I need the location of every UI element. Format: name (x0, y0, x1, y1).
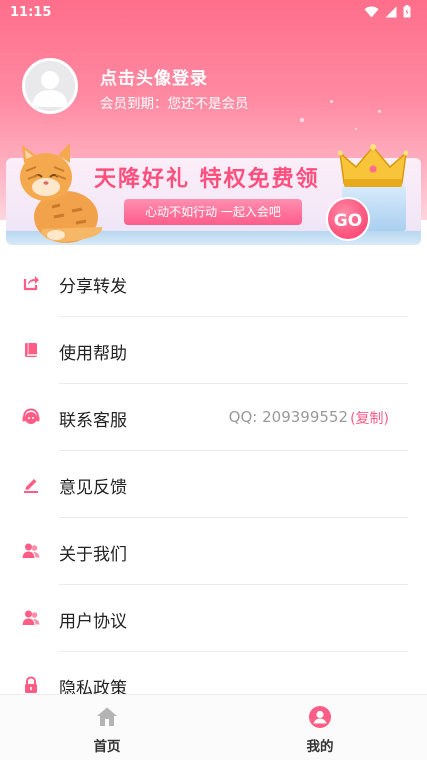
menu-item-user-agreement[interactable]: 用户协议 (0, 585, 427, 652)
menu-label: 意见反馈 (59, 478, 127, 498)
users-icon (22, 543, 40, 558)
login-title[interactable]: 点击头像登录 (100, 64, 208, 89)
menu-label: 分享转发 (59, 277, 127, 297)
share-icon (23, 276, 39, 291)
signal-icon (385, 6, 397, 17)
avatar[interactable] (22, 58, 78, 114)
menu-item-feedback[interactable]: 意见反馈 (0, 451, 427, 518)
wifi-icon (364, 6, 379, 17)
battery-icon (403, 5, 411, 18)
menu-item-share[interactable]: 分享转发 (0, 250, 427, 317)
nav-label: 首页 (93, 739, 121, 755)
qq-number: QQ: 209399552 (228, 408, 348, 426)
menu-item-contact[interactable]: 联系客服 QQ: 209399552 (复制) (0, 384, 427, 451)
go-button[interactable]: GO (326, 197, 370, 241)
sparkle-decoration (355, 128, 357, 130)
copy-qq-button[interactable]: (复制) (350, 408, 389, 428)
sparkle-decoration (300, 118, 304, 122)
nav-item-mine[interactable]: 我的 (260, 695, 380, 760)
nav-item-home[interactable]: 首页 (47, 695, 167, 760)
banner-subtitle: 心动不如行动 一起入会吧 (145, 205, 281, 219)
vip-promo-banner[interactable]: 天降好礼 特权免费领 心动不如行动 一起入会吧 GO (6, 143, 421, 246)
menu-label: 联系客服 (59, 411, 127, 431)
sparkle-decoration (378, 110, 381, 113)
menu-label: 用户协议 (59, 612, 127, 632)
default-avatar-icon (32, 71, 68, 107)
profile-icon (309, 706, 331, 728)
crown-icon (338, 144, 408, 187)
status-bar: 11:15 (0, 0, 427, 26)
pencil-icon (24, 479, 38, 493)
nav-label: 我的 (306, 739, 334, 755)
menu-label: 关于我们 (59, 545, 127, 565)
status-time: 11:15 (10, 5, 52, 20)
book-icon (25, 343, 37, 357)
lock-icon (25, 676, 37, 693)
bottom-nav: 首页 我的 (0, 694, 427, 760)
member-expire-text: 会员到期：您还不是会员 (100, 96, 249, 112)
banner-title: 天降好礼 特权免费领 (94, 167, 320, 192)
users-icon (22, 610, 40, 625)
cat-illustration (20, 143, 103, 243)
menu-item-help[interactable]: 使用帮助 (0, 317, 427, 384)
menu-label: 使用帮助 (59, 344, 127, 364)
status-icons (364, 5, 411, 18)
menu-item-about[interactable]: 关于我们 (0, 518, 427, 585)
home-icon (97, 707, 117, 726)
sparkle-decoration (330, 100, 333, 103)
headset-icon (22, 408, 40, 424)
